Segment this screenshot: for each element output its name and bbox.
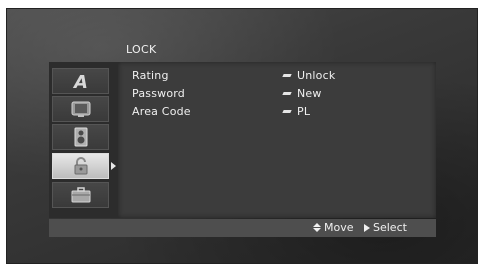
select-hint-label: Select	[373, 221, 407, 234]
sidebar: A	[49, 62, 118, 218]
menu-item-rating-label[interactable]: Rating	[132, 69, 169, 82]
svg-text:A: A	[72, 72, 88, 90]
settings-panel	[118, 62, 436, 218]
selected-tab-arrow-icon	[111, 162, 116, 170]
area-code-value: PL	[297, 105, 311, 118]
rating-value: Unlock	[297, 69, 336, 82]
language-icon: A	[72, 72, 88, 90]
password-value: New	[297, 87, 322, 100]
tab-display[interactable]	[52, 96, 109, 122]
tab-others[interactable]	[52, 182, 109, 208]
menu-item-password-label[interactable]: Password	[132, 87, 185, 100]
audio-icon	[74, 127, 87, 147]
tab-language[interactable]: A	[52, 68, 109, 94]
move-hint: Move	[313, 221, 354, 234]
value-marker-icon	[282, 74, 292, 77]
menu-item-rating-value[interactable]: Unlock	[282, 69, 336, 82]
right-arrow-icon	[364, 223, 370, 232]
lock-icon	[74, 157, 87, 175]
move-hint-label: Move	[324, 221, 354, 234]
value-marker-icon	[282, 92, 292, 95]
others-icon	[71, 187, 90, 203]
menu-item-area-code-label[interactable]: Area Code	[132, 105, 191, 118]
select-hint: Select	[364, 221, 407, 234]
menu-item-password-value[interactable]: New	[282, 87, 322, 100]
tab-audio[interactable]	[52, 124, 109, 150]
up-down-arrow-icon	[313, 223, 321, 232]
value-marker-icon	[282, 110, 292, 113]
tab-lock[interactable]	[52, 153, 109, 179]
menu-title: LOCK	[126, 43, 157, 56]
menu-item-area-code-value[interactable]: PL	[282, 105, 311, 118]
display-icon	[71, 101, 90, 117]
